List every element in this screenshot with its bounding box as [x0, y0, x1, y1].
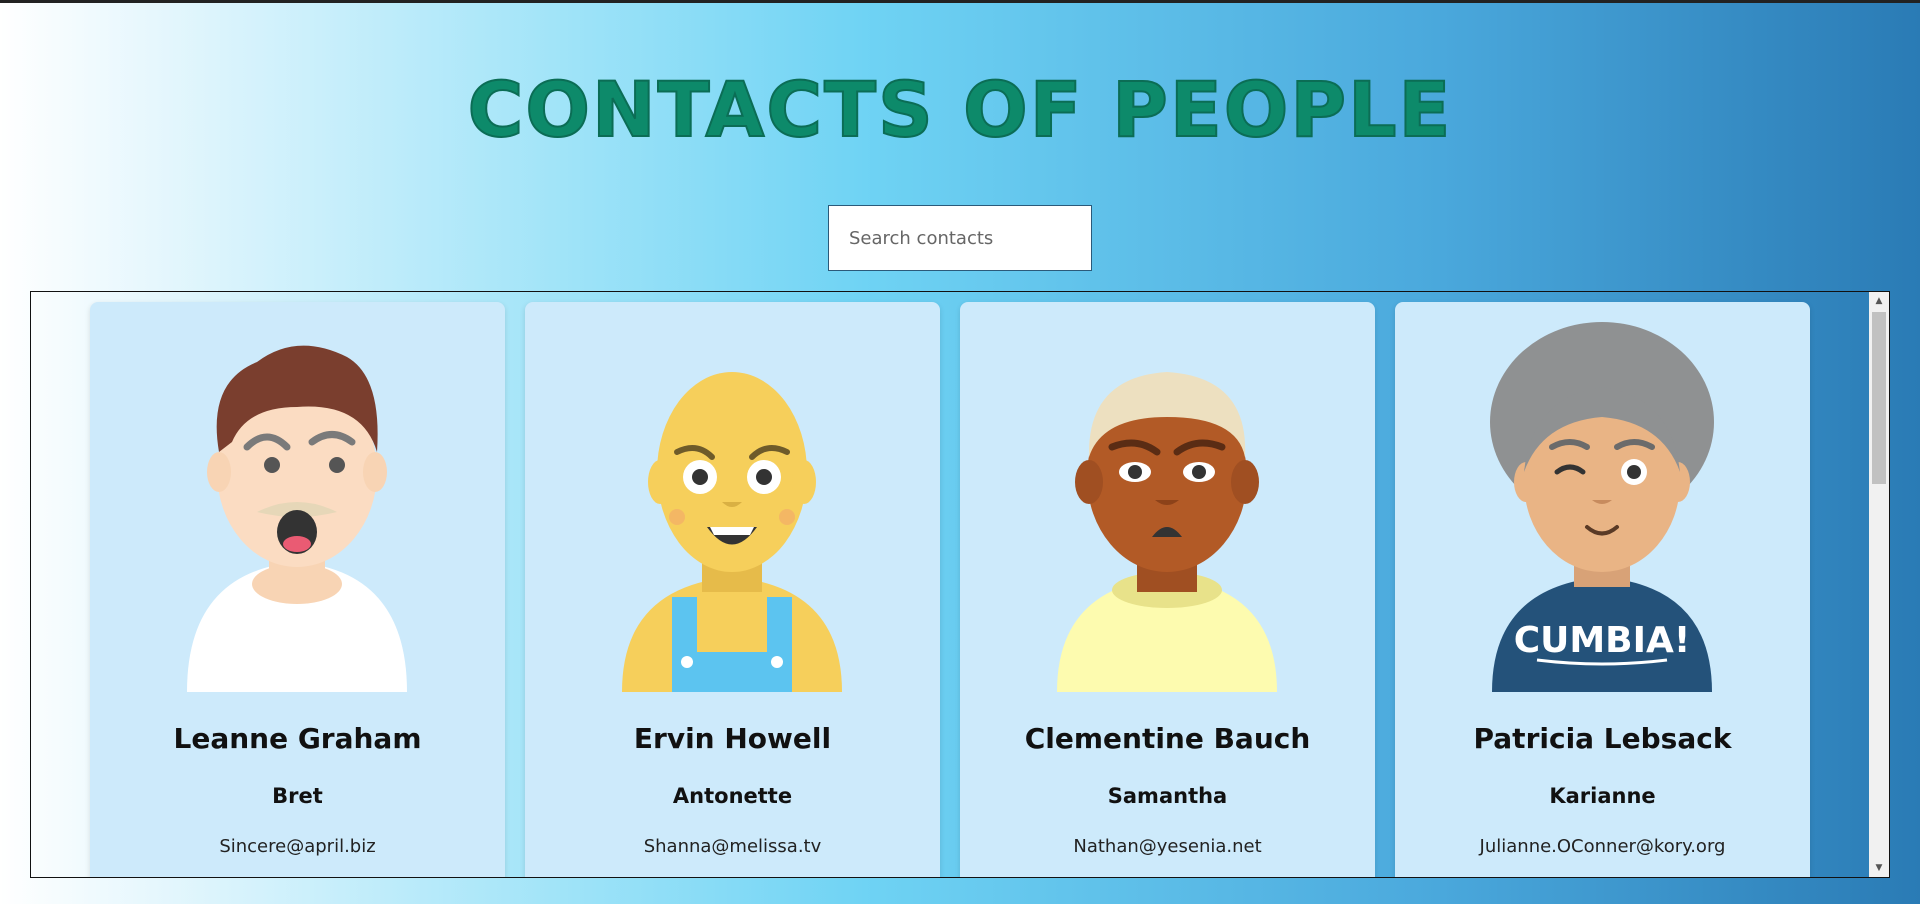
contact-card: Ervin Howell Antonette Shanna@melissa.tv [525, 302, 940, 877]
scroll-down-arrow-icon[interactable]: ▼ [1869, 859, 1889, 877]
card-list: Leanne Graham Bret Sincere@april.biz Erv… [90, 302, 1810, 877]
contacts-scroll-container[interactable]: Leanne Graham Bret Sincere@april.biz Erv… [30, 291, 1890, 878]
search-input[interactable] [828, 205, 1092, 271]
contact-card: CUMBIA! Patricia Lebsack Karianne Julian… [1395, 302, 1810, 877]
page-title: CONTACTS OF PEOPLE [467, 64, 1453, 155]
contact-email: Shanna@melissa.tv [643, 836, 822, 857]
contact-username: Samantha [1107, 784, 1228, 808]
man-avatar-icon [187, 345, 407, 692]
contact-username: Karianne [1549, 784, 1656, 808]
contact-name: Clementine Bauch [1024, 722, 1311, 755]
scroll-up-arrow-icon[interactable]: ▲ [1869, 292, 1889, 310]
contact-username: Antonette [672, 784, 793, 808]
contact-email: Sincere@april.biz [219, 836, 376, 857]
contact-name: Patricia Lebsack [1473, 722, 1732, 755]
contact-card: Clementine Bauch Samantha Nathan@yesenia… [960, 302, 1375, 877]
shirt-text: CUMBIA! [1514, 620, 1691, 661]
contact-username: Bret [272, 784, 323, 808]
vertical-scrollbar[interactable]: ▲ ▼ [1869, 292, 1889, 877]
contact-email: Julianne.OConner@kory.org [1479, 836, 1726, 857]
contact-name: Leanne Graham [173, 722, 422, 755]
contact-name: Ervin Howell [633, 722, 832, 755]
bald-man-avatar-icon [622, 372, 842, 692]
woman-avatar-icon [1057, 372, 1277, 692]
contact-email: Nathan@yesenia.net [1073, 836, 1262, 857]
contact-card: Leanne Graham Bret Sincere@april.biz [90, 302, 505, 877]
scrollbar-thumb[interactable] [1872, 312, 1886, 484]
grey-hair-woman-avatar-icon: CUMBIA! [1490, 322, 1714, 692]
